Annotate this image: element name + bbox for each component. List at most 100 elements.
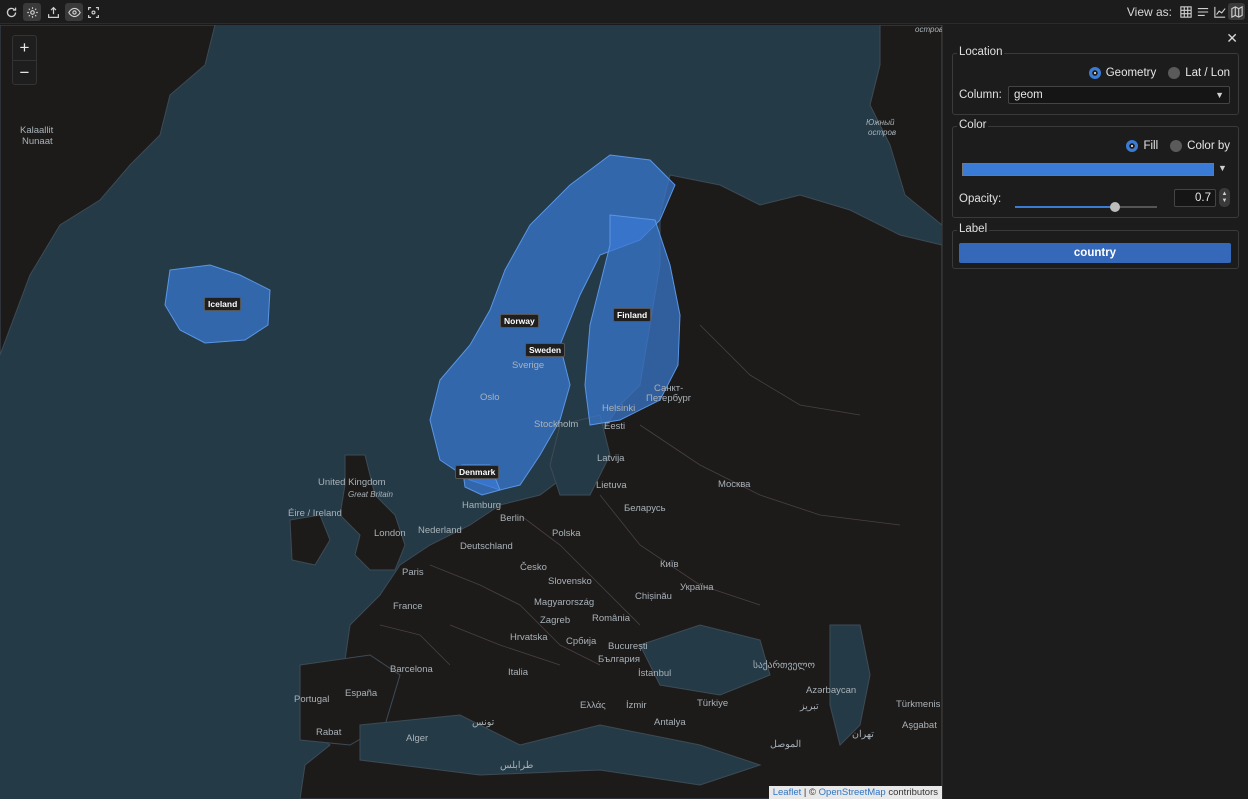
close-icon[interactable]: ✕ [1226,30,1238,47]
location-mode-radios: Geometry Lat / Lon [1083,67,1230,79]
column-select-value: geom [1014,89,1043,101]
place-label: Hamburg [462,500,502,511]
place-label: Éire / Ireland [288,508,342,519]
zoom-out-button[interactable]: − [13,60,36,84]
place-label: España [345,688,378,699]
place-label: Česko [520,562,547,573]
opacity-slider-handle[interactable] [1110,202,1120,212]
place-label: تونس [472,717,495,728]
attribution-contributors: contributors [885,787,938,798]
label-group: Label country [952,223,1239,269]
refresh-icon[interactable] [2,3,20,21]
radio-geometry-label: Geometry [1105,67,1157,79]
column-select[interactable]: geom ▼ [1008,86,1230,104]
place-label: Stockholm [534,419,579,430]
place-label: France [393,601,423,612]
opacity-label: Opacity: [959,193,1002,205]
chart-icon[interactable] [1211,3,1228,20]
place-label: Chișinău [635,591,672,602]
table-icon[interactable] [1177,3,1194,20]
radio-fill[interactable]: Fill [1126,140,1158,152]
radio-latlon[interactable]: Lat / Lon [1168,67,1230,79]
radio-latlon-indicator[interactable] [1168,67,1181,79]
ireland-landmass [289,514,331,566]
label-column-button[interactable]: country [959,243,1231,263]
radio-color-by[interactable]: Color by [1170,140,1230,152]
map-basemap [0,25,942,799]
radio-geometry[interactable]: Geometry [1088,67,1157,79]
stepper-down-icon[interactable]: ▼ [1222,198,1228,205]
opacity-input[interactable]: 0.7 [1174,189,1216,207]
place-label: Rabat [316,727,342,738]
focus-icon[interactable] [84,3,102,21]
place-label: Polska [552,528,581,539]
place-label: United Kingdom [318,477,386,488]
map-view[interactable]: + − Kalaallit Nunaat острова Южный остро… [0,25,942,799]
place-label: Türkmenis [896,699,941,710]
map-icon[interactable] [1228,3,1245,20]
place-label: Южный [866,118,895,127]
place-label: Lietuva [596,480,627,491]
chevron-down-icon[interactable]: ▼ [1218,163,1227,173]
radio-color-by-indicator[interactable] [1170,140,1183,152]
radio-fill-indicator[interactable] [1126,140,1139,152]
settings-panel: ✕ Location Geometry Lat / Lon Column: ge… [942,25,1248,799]
color-mode-radios: Fill Color by [1120,140,1230,152]
place-label: Sverige [512,360,545,371]
place-label: İzmir [626,700,647,711]
place-label: Alger [406,733,429,744]
place-label: Paris [402,567,424,578]
place-label: Беларусь [624,503,666,514]
list-icon[interactable] [1194,3,1211,20]
place-label: Eesti [604,421,626,432]
chevron-down-icon: ▼ [1215,90,1224,100]
place-label: Latvija [597,453,625,464]
place-label: Great Britain [348,490,393,499]
place-label: Москва [718,479,751,490]
place-label: Nunaat [22,136,53,147]
location-group: Location Geometry Lat / Lon Column: geom… [952,46,1239,115]
country-label-denmark: Denmark [455,465,500,479]
opacity-slider[interactable] [1015,202,1157,212]
zoom-control: + − [12,35,37,85]
eye-icon[interactable] [65,3,83,21]
opacity-stepper[interactable]: ▲ ▼ [1219,188,1230,207]
fill-color-swatch[interactable] [962,163,1214,176]
place-label: România [592,613,631,624]
radio-geometry-indicator[interactable] [1088,67,1101,79]
place-label: الموصل [770,739,802,750]
place-label: طرابلس [500,760,534,771]
place-label: București [608,641,648,652]
place-label: острова [915,25,942,34]
location-legend: Location [957,46,1005,58]
opacity-slider-fill [1015,206,1115,208]
country-label-finland: Finland [613,308,652,322]
settings-icon[interactable] [23,3,41,21]
color-legend: Color [957,119,989,131]
country-label-iceland: Iceland [204,297,242,311]
map-attribution: Leaflet | © OpenStreetMap contributors [768,786,942,799]
place-label: Italia [508,667,529,678]
label-legend: Label [957,223,990,235]
place-label: İstanbul [638,668,672,679]
export-icon[interactable] [44,3,62,21]
osm-link[interactable]: OpenStreetMap [819,787,886,798]
country-label-sweden: Sweden [525,343,566,357]
radio-latlon-label: Lat / Lon [1185,67,1230,79]
place-label: Nederland [418,525,462,536]
place-label: تهران [852,729,874,740]
place-label: Deutschland [460,541,513,552]
place-label: Helsinki [602,403,636,414]
zoom-in-button[interactable]: + [13,36,36,60]
place-label: Oslo [480,392,500,403]
place-label: Azərbaycan [806,685,857,696]
place-label: საქართველო [753,660,815,671]
place-label: Zagreb [540,615,571,626]
leaflet-link[interactable]: Leaflet [773,787,802,798]
country-label-norway: Norway [500,314,539,328]
place-label: Ελλάς [580,700,606,711]
place-label: България [598,654,640,665]
stepper-up-icon[interactable]: ▲ [1222,191,1228,198]
place-label: Portugal [294,694,330,705]
view-as-label: View as: [1126,5,1172,19]
